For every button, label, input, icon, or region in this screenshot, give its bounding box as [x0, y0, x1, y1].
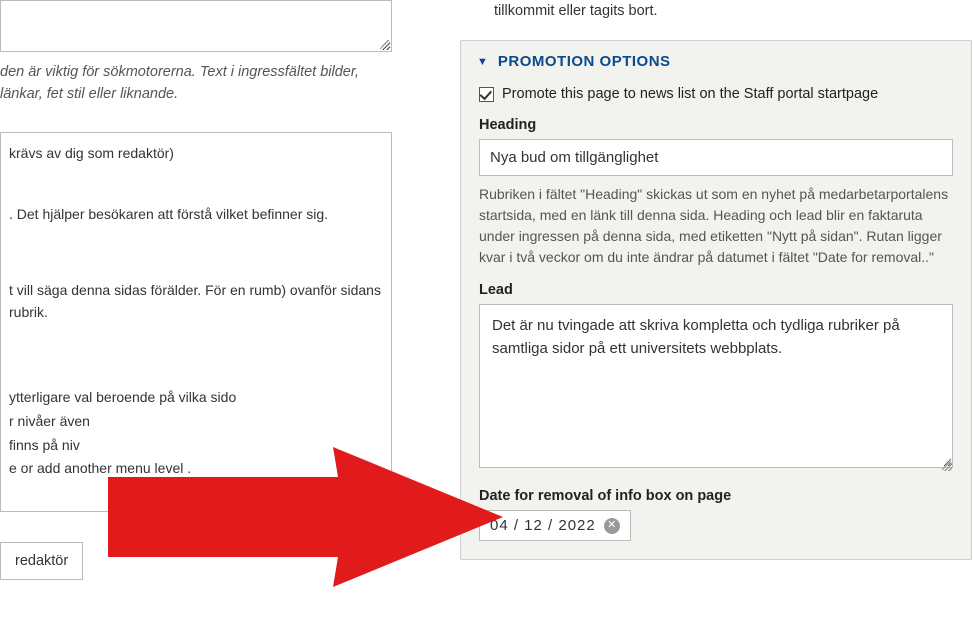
- ingress-textarea[interactable]: [0, 0, 392, 52]
- editor-required-text: krävs av dig som redaktör): [9, 143, 383, 165]
- date-removal-input[interactable]: 04 / 12 / 2022 ✕: [479, 510, 631, 541]
- clear-date-icon[interactable]: ✕: [604, 518, 620, 534]
- promote-checkbox-label: Promote this page to news list on the St…: [502, 84, 878, 105]
- lead-label: Lead: [479, 282, 953, 298]
- collapse-triangle-icon: ▼: [477, 56, 488, 68]
- promotion-options-header[interactable]: ▼ PROMOTION OPTIONS: [461, 41, 971, 78]
- context-help-text: . Det hjälper besökaren att förstå vilke…: [9, 204, 383, 226]
- parent-page-text: t vill säga denna sidas förälder. För en…: [9, 280, 383, 323]
- date-removal-label: Date for removal of info box on page: [479, 488, 953, 504]
- promotion-options-title: PROMOTION OPTIONS: [498, 53, 671, 70]
- ingress-help-text: den är viktig för sökmotorerna. Text i i…: [0, 62, 400, 106]
- heading-input[interactable]: [479, 139, 953, 176]
- heading-label: Heading: [479, 117, 953, 133]
- lower-content-box: krävs av dig som redaktör) . Det hjälper…: [0, 132, 392, 512]
- menu-level-text-4: e or add another menu level .: [9, 458, 383, 480]
- editor-box: redaktör: [0, 542, 83, 580]
- menu-level-text-2: r nivåer även: [9, 411, 383, 433]
- heading-description: Rubriken i fältet "Heading" skickas ut s…: [479, 184, 953, 268]
- promotion-options-section: ▼ PROMOTION OPTIONS Promote this page to…: [460, 40, 972, 560]
- promote-checkbox[interactable]: [479, 87, 494, 102]
- top-text-fragment: tillkommit eller tagits bort.: [460, 0, 972, 40]
- date-value: 04 / 12 / 2022: [490, 517, 596, 534]
- menu-level-text-3: finns på niv: [9, 435, 383, 457]
- menu-level-text-1: ytterligare val beroende på vilka sido: [9, 387, 383, 409]
- resize-handle-icon: [380, 40, 390, 50]
- lead-textarea[interactable]: [479, 304, 953, 468]
